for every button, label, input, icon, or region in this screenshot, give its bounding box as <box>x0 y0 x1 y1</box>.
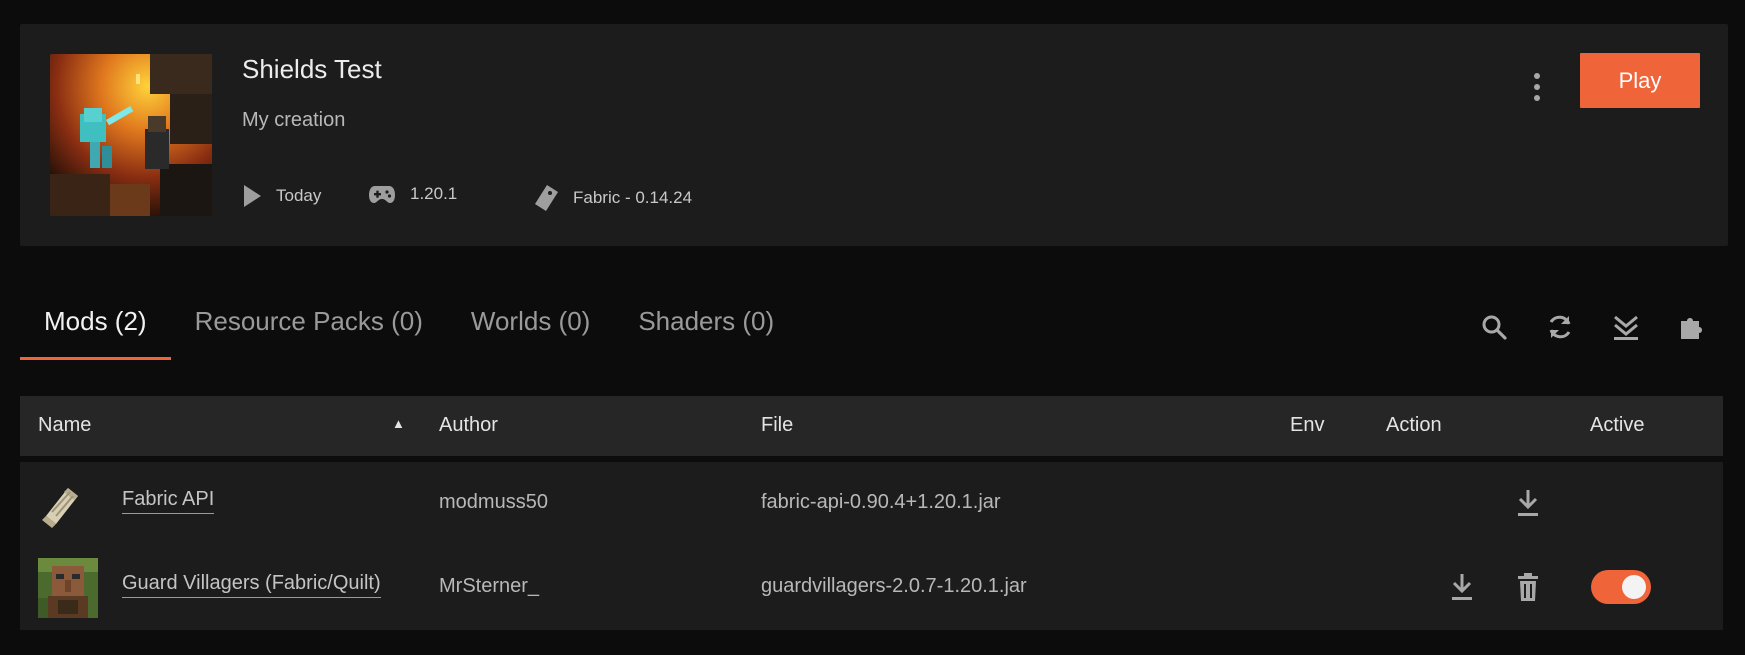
download-icon[interactable] <box>1516 488 1540 523</box>
column-author[interactable]: Author <box>439 414 498 437</box>
instance-header: Shields Test My creation Today 1.20.1 Fa… <box>20 24 1728 246</box>
mod-name-link[interactable]: Fabric API <box>122 488 215 514</box>
sort-ascending-icon[interactable]: ▲ <box>392 416 405 431</box>
mod-loader-value: Fabric - 0.14.24 <box>573 188 693 207</box>
mod-icon-guard-villagers <box>38 558 98 618</box>
instance-thumbnail <box>50 54 212 216</box>
kebab-dot <box>1534 95 1540 101</box>
column-action: Action <box>1386 414 1442 436</box>
loader-tag-icon <box>535 185 558 211</box>
column-file[interactable]: File <box>761 414 793 437</box>
mod-file: fabric-api-0.90.4+1.20.1.jar <box>761 491 1001 513</box>
play-button[interactable]: Play <box>1580 53 1700 108</box>
last-played-value: Today <box>276 186 322 205</box>
gamepad-icon <box>369 186 395 203</box>
tab-worlds[interactable]: Worlds (0) <box>447 290 614 360</box>
table-row: Guard Villagers (Fabric/Quilt) MrSterner… <box>20 546 1723 630</box>
toggle-knob <box>1622 575 1646 599</box>
mods-table-header: Name ▲ Author File Env Action Active <box>20 396 1723 456</box>
mods-table-body: Fabric API modmuss50 fabric-api-0.90.4+1… <box>20 462 1723 630</box>
add-mod-icon[interactable] <box>1678 310 1706 344</box>
instance-subtitle: My creation <box>242 109 346 131</box>
tab-shaders[interactable]: Shaders (0) <box>614 290 798 360</box>
mod-file: guardvillagers-2.0.7-1.20.1.jar <box>761 575 1027 597</box>
mod-icon-fabric-api <box>38 480 86 530</box>
instance-title: Shields Test <box>242 54 382 84</box>
game-version: 1.20.1 <box>368 184 457 204</box>
mod-loader: Fabric - 0.14.24 <box>533 184 692 212</box>
trash-icon[interactable] <box>1516 572 1540 607</box>
play-icon <box>244 185 261 207</box>
tab-resource-packs[interactable]: Resource Packs (0) <box>171 290 447 360</box>
table-row: Fabric API modmuss50 fabric-api-0.90.4+1… <box>20 462 1723 546</box>
active-toggle[interactable] <box>1591 570 1651 604</box>
mod-author: MrSterner_ <box>439 575 540 597</box>
kebab-dot <box>1534 73 1540 79</box>
download-all-icon[interactable] <box>1612 310 1640 344</box>
column-name[interactable]: Name <box>38 414 91 437</box>
column-env[interactable]: Env <box>1290 414 1324 437</box>
kebab-dot <box>1534 84 1540 90</box>
last-played: Today <box>242 184 321 208</box>
game-version-value: 1.20.1 <box>410 184 458 203</box>
content-tabs: Mods (2) Resource Packs (0) Worlds (0) S… <box>20 290 798 360</box>
refresh-icon[interactable] <box>1546 310 1574 344</box>
mod-name-link[interactable]: Guard Villagers (Fabric/Quilt) <box>122 572 381 598</box>
column-active[interactable]: Active <box>1590 414 1644 437</box>
mods-toolbar <box>1480 310 1706 344</box>
download-icon[interactable] <box>1450 572 1474 607</box>
more-options-button[interactable] <box>1520 64 1554 110</box>
tab-mods[interactable]: Mods (2) <box>20 290 171 360</box>
mod-author: modmuss50 <box>439 491 548 513</box>
search-icon[interactable] <box>1480 310 1508 344</box>
